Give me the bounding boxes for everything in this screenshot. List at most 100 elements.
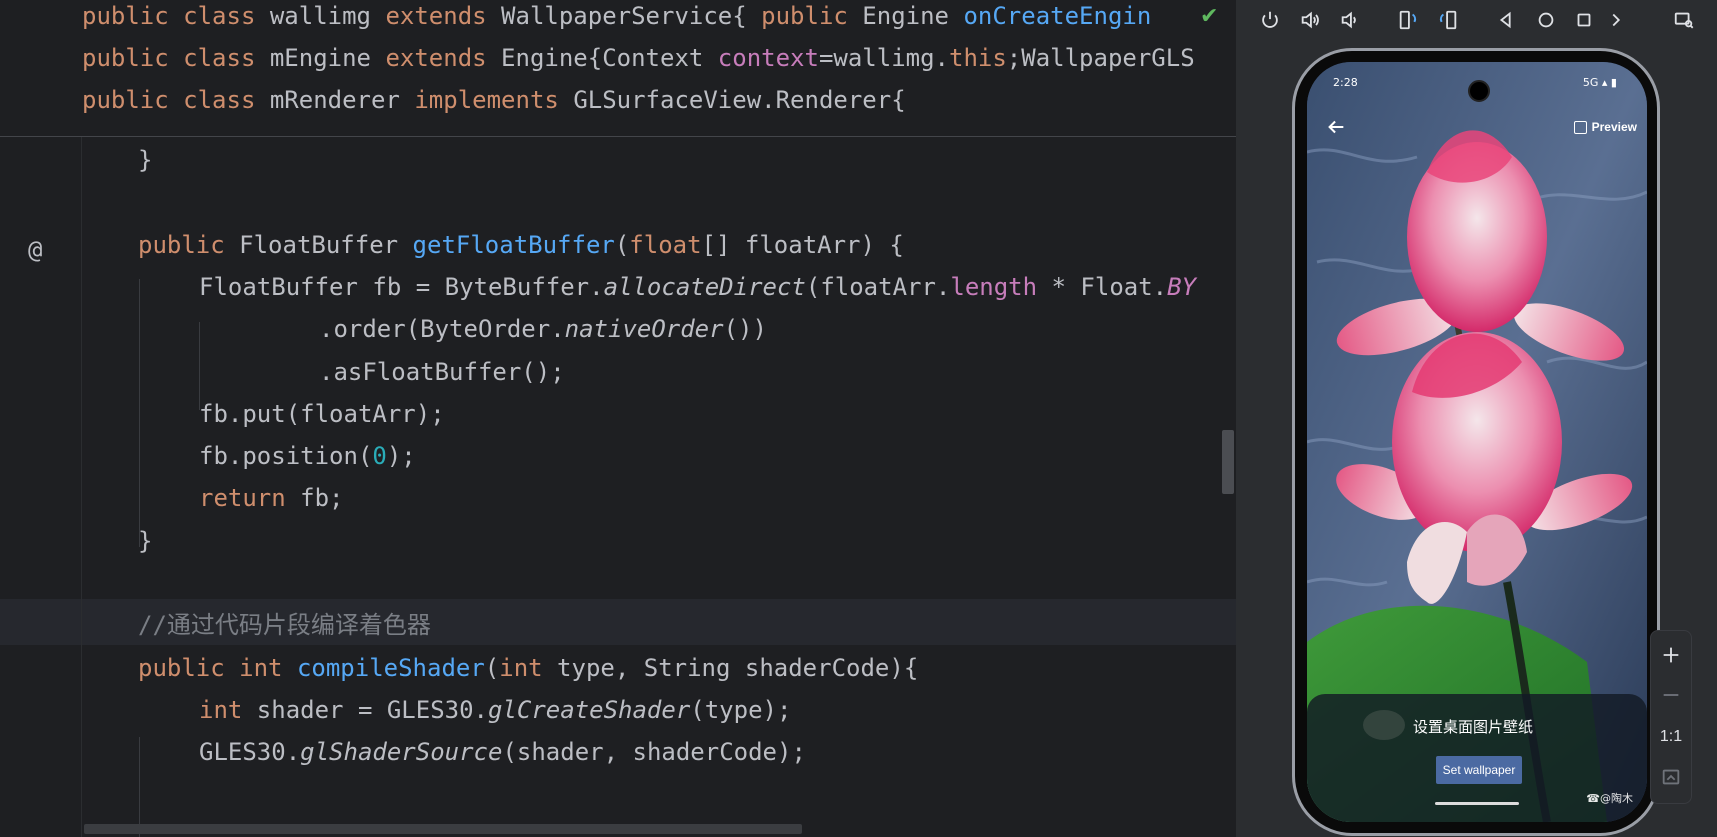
- back-icon[interactable]: [1494, 8, 1518, 32]
- code-token: getFloatBuffer: [412, 230, 615, 259]
- code-line[interactable]: FloatBuffer fb = ByteBuffer.allocateDire…: [199, 264, 1196, 310]
- rotate-right-icon[interactable]: [1436, 8, 1460, 32]
- code-token: //通过代码片段编译着色器: [138, 611, 431, 640]
- code-token: class: [183, 44, 270, 72]
- phone-screen[interactable]: 2:28 5G ▴ ▮ Preview 设置桌面图片壁纸 Set wallpap…: [1307, 62, 1647, 822]
- code-token: int: [239, 653, 297, 682]
- code-token: FloatBuffer: [239, 230, 413, 259]
- code-token: fb.put(floatArr);: [199, 399, 445, 428]
- code-token: return: [199, 484, 301, 513]
- code-token: .asFloatBuffer();: [319, 357, 565, 386]
- code-token: extends: [385, 2, 502, 30]
- preview-checkbox[interactable]: Preview: [1573, 117, 1637, 137]
- code-editor[interactable]: @ public class wallimg extends Wallpaper…: [0, 0, 1236, 837]
- code-token: public: [761, 2, 863, 30]
- code-token: extends: [385, 44, 502, 72]
- code-token: [] floatArr) {: [701, 230, 904, 259]
- code-token: (: [614, 230, 630, 259]
- code-token: wallimg: [269, 2, 386, 30]
- vertical-scrollbar[interactable]: [1222, 430, 1234, 494]
- overview-icon[interactable]: [1572, 8, 1596, 32]
- code-line[interactable]: }: [138, 137, 152, 183]
- emulator-panel: 2:28 5G ▴ ▮ Preview 设置桌面图片壁纸 Set wallpap…: [1236, 0, 1717, 837]
- indent-guide: [139, 737, 140, 837]
- code-token: public: [82, 44, 184, 72]
- code-token: (floatArr.: [805, 272, 951, 301]
- code-token: (type);: [690, 695, 792, 724]
- implements-gutter-icon[interactable]: @: [28, 235, 42, 265]
- code-token: glCreateShader: [487, 695, 691, 724]
- code-line[interactable]: int shader = GLES30.glCreateShader(type)…: [199, 687, 791, 733]
- zoom-in-icon[interactable]: [1651, 637, 1691, 673]
- code-token: ()): [723, 315, 767, 344]
- camera-cutout: [1468, 80, 1490, 102]
- code-token: * Float.: [1037, 272, 1168, 301]
- code-line[interactable]: return fb;: [199, 475, 344, 521]
- code-token: int: [199, 695, 257, 724]
- code-line[interactable]: GLES30.glShaderSource(shader, shaderCode…: [199, 729, 806, 775]
- screenshot-icon[interactable]: [1672, 8, 1696, 32]
- code-token: public: [138, 230, 240, 259]
- code-token: this: [949, 44, 1007, 72]
- code-token: public: [82, 86, 184, 114]
- code-token: BY: [1167, 272, 1197, 301]
- code-token: shader = GLES30.: [256, 695, 488, 724]
- code-line[interactable]: }: [138, 518, 152, 564]
- status-network: 5G ▴ ▮: [1582, 76, 1617, 89]
- code-token: ;WallpaperGLS: [1006, 44, 1195, 72]
- code-line[interactable]: public FloatBuffer getFloatBuffer(float[…: [138, 222, 904, 268]
- code-token: int: [499, 653, 558, 682]
- code-token: compileShader: [296, 653, 485, 682]
- status-time: 2:28: [1333, 76, 1358, 89]
- inspection-ok-icon[interactable]: ✔: [1200, 2, 1218, 32]
- code-token: WallpaperService{: [501, 2, 762, 30]
- volume-down-icon[interactable]: [1338, 8, 1362, 32]
- code-token: glShaderSource: [300, 738, 503, 767]
- code-line[interactable]: public int compileShader(int type, Strin…: [138, 645, 918, 691]
- watermark: ☎@陶木: [1586, 792, 1633, 805]
- zoom-panel: 1:1: [1650, 630, 1692, 804]
- rotate-left-icon[interactable]: [1396, 8, 1420, 32]
- horizontal-scrollbar[interactable]: [84, 824, 802, 834]
- code-token: onCreateEngin: [963, 2, 1152, 30]
- code-token: implements: [414, 86, 574, 114]
- code-token: public: [82, 2, 184, 30]
- code-token: GLES30.: [199, 738, 301, 767]
- checkbox-icon[interactable]: [1573, 120, 1587, 134]
- code-token: context: [717, 44, 819, 72]
- home-gesture-bar[interactable]: [1435, 802, 1519, 805]
- home-icon[interactable]: [1534, 8, 1558, 32]
- set-wallpaper-button[interactable]: Set wallpaper: [1436, 756, 1522, 784]
- fit-screen-icon[interactable]: [1651, 759, 1691, 795]
- more-icon[interactable]: [1604, 8, 1628, 32]
- code-line[interactable]: .asFloatBuffer();: [319, 349, 565, 395]
- code-line[interactable]: fb.put(floatArr);: [199, 391, 445, 437]
- code-token: float: [629, 230, 702, 259]
- code-token: type, String shaderCode){: [557, 653, 919, 682]
- code-line[interactable]: .order(ByteOrder.nativeOrder()): [319, 306, 767, 352]
- code-token: fb.position(: [199, 442, 373, 471]
- wallpaper-sheet: 设置桌面图片壁纸 Set wallpaper ☎@陶木: [1307, 694, 1647, 822]
- code-line[interactable]: public class mRenderer implements GLSurf…: [82, 77, 906, 123]
- gutter-divider: [81, 136, 82, 837]
- code-line[interactable]: //通过代码片段编译着色器: [138, 602, 431, 648]
- code-token: length: [950, 272, 1038, 301]
- code-token: class: [183, 2, 270, 30]
- code-token: =wallimg.: [818, 44, 949, 72]
- code-token: 0: [372, 442, 387, 471]
- code-line[interactable]: public class mEngine extends Engine{Cont…: [82, 35, 1195, 81]
- power-icon[interactable]: [1258, 8, 1282, 32]
- code-line[interactable]: public class wallimg extends WallpaperSe…: [82, 0, 1151, 39]
- code-token: .order(ByteOrder.: [319, 315, 565, 344]
- code-token: nativeOrder: [564, 315, 724, 344]
- code-token: allocateDirect: [603, 272, 806, 301]
- code-token: Engine{Context: [501, 44, 718, 72]
- volume-up-icon[interactable]: [1298, 8, 1322, 32]
- back-arrow-icon[interactable]: [1325, 116, 1347, 138]
- code-token: GLSurfaceView.Renderer{: [573, 86, 906, 114]
- code-token: fb;: [300, 484, 344, 513]
- zoom-out-icon[interactable]: [1651, 677, 1691, 713]
- sticky-scroll-header[interactable]: public class wallimg extends WallpaperSe…: [0, 0, 1236, 137]
- actual-size-button[interactable]: 1:1: [1651, 719, 1691, 755]
- code-line[interactable]: fb.position(0);: [199, 433, 416, 479]
